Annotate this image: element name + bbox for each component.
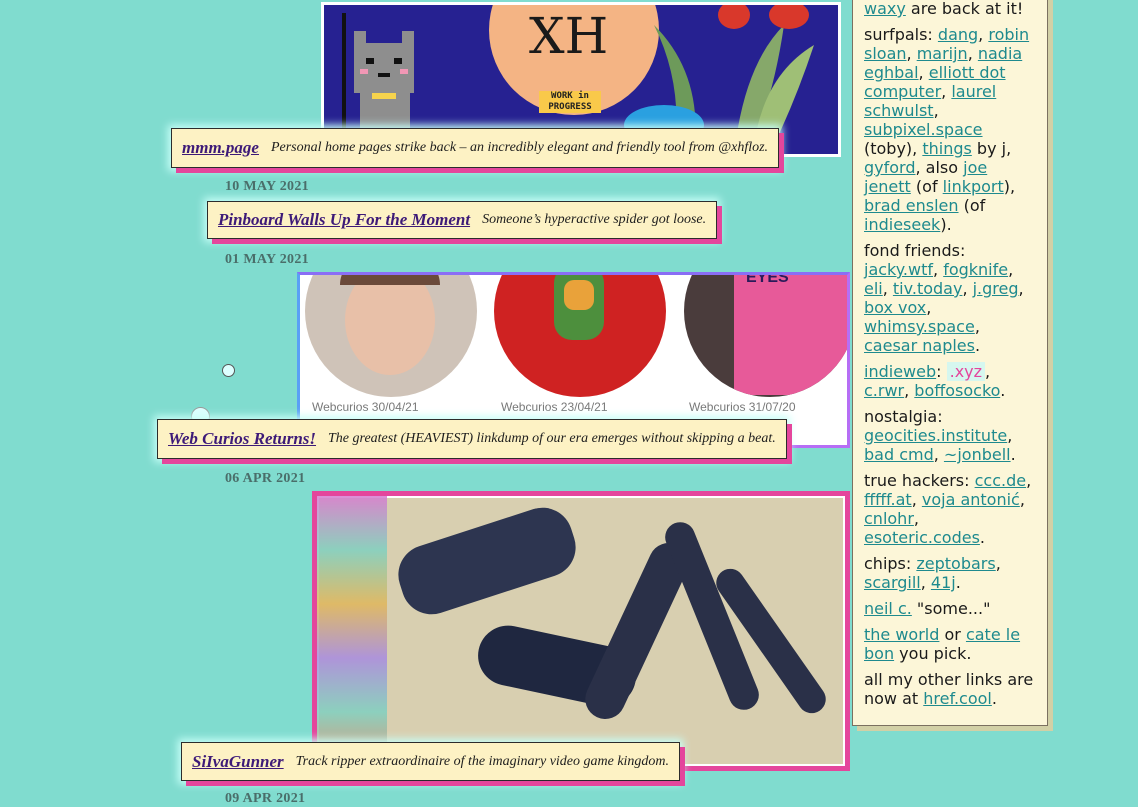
surfpals-label: surfpals: — [864, 25, 938, 44]
link-jonbell[interactable]: ~jonbell — [944, 445, 1011, 464]
link-jacky[interactable]: jacky.wtf — [864, 260, 933, 279]
pixel-cat-icon — [342, 13, 414, 143]
link-indieweb[interactable]: indieweb — [864, 362, 936, 381]
link-linkport[interactable]: linkport — [943, 177, 1004, 196]
eyes-box-text: EYES — [746, 272, 789, 286]
link-fffff-at[interactable]: fffff.at — [864, 490, 912, 509]
curio-caption: Webcurios 23/04/21 — [501, 400, 608, 414]
post-title-link[interactable]: SiIvaGunner — [192, 752, 284, 772]
link-ccc-de[interactable]: ccc.de — [975, 471, 1026, 490]
link-boffosocko[interactable]: boffosocko — [914, 381, 1000, 400]
post-description: Track ripper extraordinaire of the imagi… — [295, 753, 670, 769]
radio-button[interactable] — [222, 364, 235, 377]
sidebar-links-panel: waxy are back at it! surfpals: dang, rob… — [852, 0, 1048, 726]
work-in-progress-badge: WORK in PROGRESS — [539, 91, 601, 113]
link-cnlohr[interactable]: cnlohr — [864, 509, 914, 528]
sidebar-waxy-line: waxy are back at it! — [864, 0, 1024, 18]
link-esoteric-codes[interactable]: esoteric.codes — [864, 528, 980, 547]
curio-caption: Webcurios 31/07/20 — [689, 400, 796, 414]
link-things[interactable]: things — [922, 139, 972, 158]
link-scargill[interactable]: scargill — [864, 573, 921, 592]
link-j-greg[interactable]: j.greg — [973, 279, 1019, 298]
post-card-mmm-page: mmm.page Personal home pages strike back… — [171, 128, 780, 168]
curio-thumb-face — [305, 275, 477, 397]
link-neil-c[interactable]: neil c. — [864, 599, 912, 618]
link-zeptobars[interactable]: zeptobars — [916, 554, 995, 573]
post-card-web-curios: Web Curios Returns! The greatest (HEAVIE… — [157, 419, 787, 459]
post-card-pinboard: Pinboard Walls Up For the Moment Someone… — [207, 201, 718, 239]
xh-logo-text: XH — [529, 7, 609, 65]
link-subpixel[interactable]: subpixel.space — [864, 120, 983, 139]
post-date: 10 MAY 2021 — [225, 179, 309, 194]
link-c-rwr[interactable]: c.rwr — [864, 381, 904, 400]
sidebar-surfpals: surfpals: dang, robin sloan, marijn, nad… — [864, 25, 1030, 234]
link-box-vox[interactable]: box vox — [864, 298, 926, 317]
post-title-link[interactable]: Web Curios Returns! — [168, 429, 316, 449]
link-fogknife[interactable]: fogknife — [943, 260, 1008, 279]
post-date: 06 APR 2021 — [225, 471, 306, 486]
curio-thumb-eyes: EYES — [684, 272, 847, 397]
link-eli[interactable]: eli — [864, 279, 883, 298]
link-the-world[interactable]: the world — [864, 625, 939, 644]
link-voja-antonic[interactable]: voja antonić — [922, 490, 1020, 509]
sidebar-neil: neil c. "some..." — [864, 599, 991, 618]
link-geocities-institute[interactable]: geocities.institute — [864, 426, 1007, 445]
curio-caption: Webcurios 30/04/21 — [312, 400, 419, 414]
silvagunner-image[interactable] — [312, 491, 850, 771]
sidebar-nostalgia: nostalgia: geocities.institute, bad cmd,… — [864, 407, 1016, 464]
post-date: 01 MAY 2021 — [225, 252, 309, 267]
link-marijn[interactable]: marijn — [917, 44, 968, 63]
link-indieseek[interactable]: indieseek — [864, 215, 940, 234]
post-date: 09 APR 2021 — [225, 791, 306, 806]
sidebar-fond-friends: fond friends: jacky.wtf, fogknife, eli, … — [864, 241, 1024, 355]
post-description: Someone’s hyperactive spider got loose. — [482, 212, 707, 227]
link-href-cool[interactable]: href.cool — [923, 689, 992, 708]
link-dang[interactable]: dang — [938, 25, 978, 44]
sidebar-other-links: all my other links are now at href.cool. — [864, 670, 1034, 708]
link-xyz[interactable]: .xyz — [946, 362, 986, 381]
link-41j[interactable]: 41j — [931, 573, 956, 592]
curio-thumb-red — [494, 275, 666, 397]
post-card-silvagunner: SiIvaGunner Track ripper extraordinaire … — [181, 742, 681, 781]
sidebar-world: the world or cate le bon you pick. — [864, 625, 1021, 663]
link-waxy[interactable]: waxy — [864, 0, 906, 18]
link-tiv-today[interactable]: tiv.today — [893, 279, 963, 298]
link-gyford[interactable]: gyford — [864, 158, 916, 177]
post-title-link[interactable]: Pinboard Walls Up For the Moment — [218, 210, 470, 230]
link-brad-enslen[interactable]: brad enslen — [864, 196, 959, 215]
link-caesar-naples[interactable]: caesar naples — [864, 336, 975, 355]
post-description: Personal home pages strike back – an inc… — [270, 140, 769, 155]
link-whimsy-space[interactable]: whimsy.space — [864, 317, 975, 336]
sidebar-indieweb: indieweb: .xyz, c.rwr, boffosocko. — [864, 362, 1006, 400]
post-description: The greatest (HEAVIEST) linkdump of our … — [328, 431, 776, 446]
link-bad-cmd[interactable]: bad cmd — [864, 445, 934, 464]
sidebar-true-hackers: true hackers: ccc.de, fffff.at, voja ant… — [864, 471, 1032, 547]
sidebar-chips: chips: zeptobars, scargill, 41j. — [864, 554, 1001, 592]
post-title-link[interactable]: mmm.page — [182, 138, 259, 158]
